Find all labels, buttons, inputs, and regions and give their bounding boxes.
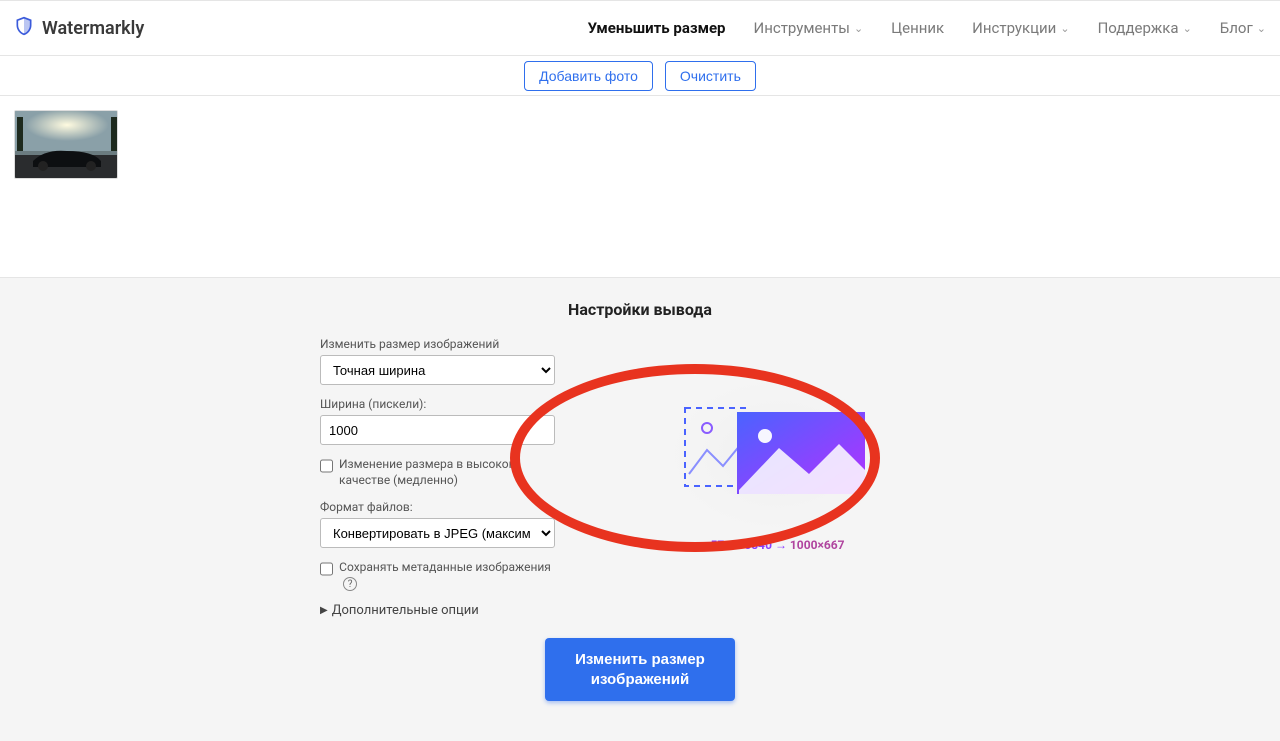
add-photo-button[interactable]: Добавить фото [524, 61, 653, 91]
top-nav: Watermarkly Уменьшить размер Инструменты… [0, 0, 1280, 56]
keep-metadata-checkbox[interactable] [320, 562, 333, 576]
nav-support[interactable]: Поддержка⌄ [1098, 19, 1192, 37]
shield-icon [14, 16, 34, 40]
resize-images-button[interactable]: Изменить размер изображений [545, 638, 735, 701]
preview-illustration [668, 377, 888, 532]
nav-blog[interactable]: Блог⌄ [1220, 19, 1266, 37]
nav-docs[interactable]: Инструкции⌄ [972, 19, 1069, 37]
more-options-toggle[interactable]: ▶ Дополнительные опции [320, 603, 555, 618]
brand-name: Watermarkly [42, 18, 144, 39]
keep-metadata-label: Сохранять метаданные изображения? [339, 560, 555, 591]
image-thumbnail[interactable] [14, 110, 118, 179]
settings-title: Настройки вывода [320, 300, 960, 319]
clear-button[interactable]: Очистить [665, 61, 756, 91]
brand[interactable]: Watermarkly [14, 16, 144, 40]
chevron-down-icon: ⌄ [1183, 22, 1192, 35]
chevron-down-icon: ⌄ [1060, 22, 1069, 35]
nav-tools[interactable]: Инструменты⌄ [754, 19, 864, 37]
action-bar: Добавить фото Очистить [0, 56, 1280, 96]
help-icon[interactable]: ? [343, 577, 357, 591]
preview-dimensions: 5760×3840 → 1000×667 [711, 538, 845, 552]
output-settings: Настройки вывода Изменить размер изображ… [0, 278, 1280, 741]
settings-form: Изменить размер изображений Точная ширин… [320, 337, 555, 618]
format-select[interactable]: Конвертировать в JPEG (максимал [320, 518, 555, 548]
width-input[interactable] [320, 415, 555, 445]
resize-mode-select[interactable]: Точная ширина [320, 355, 555, 385]
format-label: Формат файлов: [320, 500, 555, 514]
resize-mode-label: Изменить размер изображений [320, 337, 555, 351]
width-label: Ширина (пискели): [320, 397, 555, 411]
hq-resize-checkbox[interactable] [320, 459, 333, 473]
hq-resize-label: Изменение размера в высоком качестве (ме… [339, 457, 555, 488]
chevron-down-icon: ⌄ [854, 22, 863, 35]
nav-items: Уменьшить размер Инструменты⌄ Ценник Инс… [588, 19, 1266, 37]
triangle-right-icon: ▶ [320, 605, 328, 616]
chevron-down-icon: ⌄ [1257, 22, 1266, 35]
nav-resize[interactable]: Уменьшить размер [588, 19, 726, 37]
thumbnail-strip [0, 96, 1280, 278]
resize-preview: 5760×3840 → 1000×667 [595, 337, 960, 552]
nav-pricing[interactable]: Ценник [891, 19, 944, 37]
